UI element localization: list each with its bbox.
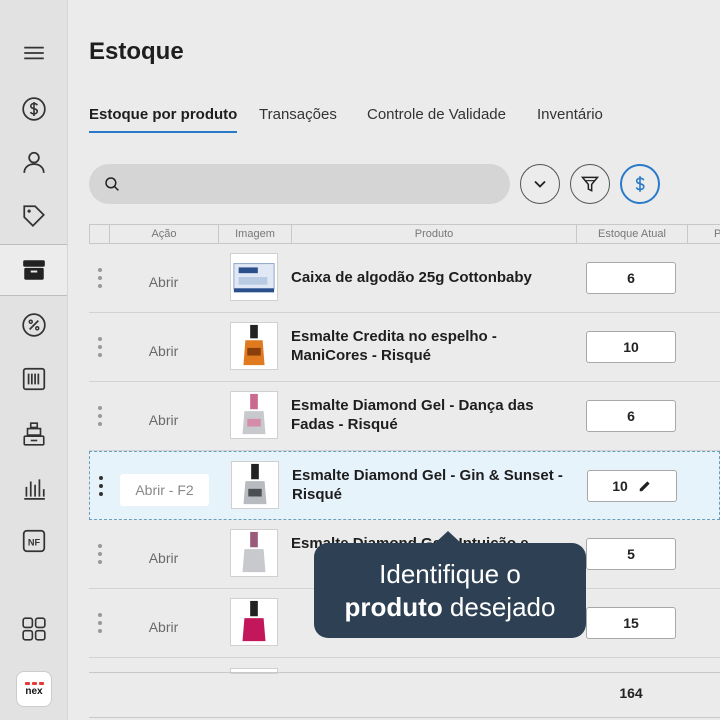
table-row[interactable]: Abrir Esmalte Credita no espelho - ManiC… (89, 313, 720, 382)
filter-icon (580, 176, 600, 192)
row-menu-icon[interactable] (97, 406, 103, 426)
tab-expiry-control[interactable]: Controle de Validade (367, 106, 506, 133)
tooltip-line-2: produto desejado (314, 591, 586, 624)
stock-value: 6 (627, 270, 635, 286)
column-header-stock[interactable]: Estoque Atual (577, 225, 688, 243)
product-image (231, 461, 279, 509)
user-icon (22, 151, 45, 173)
nex-logo[interactable]: nex (16, 671, 52, 707)
product-image (230, 253, 278, 301)
sidebar-item-promotions[interactable] (0, 299, 67, 351)
product-image (230, 598, 278, 646)
table-row[interactable]: Abrir Esmalte Diamond Gel - Dança das Fa… (89, 382, 720, 451)
box-icon (22, 260, 45, 280)
column-header-image[interactable]: Imagem (219, 225, 292, 243)
sidebar-item-reports[interactable] (0, 462, 67, 514)
stock-value: 10 (612, 478, 628, 494)
product-image (230, 322, 278, 370)
edit-pencil-icon[interactable] (638, 473, 652, 503)
open-button[interactable]: Abrir (119, 611, 208, 643)
main-content: Estoque Estoque por produto Transações C… (69, 0, 720, 720)
sidebar: NF nex (0, 0, 68, 720)
tag-icon (22, 205, 45, 227)
stock-quantity[interactable]: 6 (586, 262, 676, 294)
sidebar-item-sales[interactable] (0, 83, 67, 135)
product-name: Caixa de algodão 25g Cottonbaby (291, 269, 532, 286)
sidebar-item-customers[interactable] (0, 136, 67, 188)
logo-text: nex (25, 685, 43, 697)
open-button[interactable]: Abrir (119, 542, 208, 574)
product-name: Esmalte Diamond Gel - Dança das Fadas - … (291, 397, 534, 433)
row-menu-icon[interactable] (97, 544, 103, 564)
filter-button[interactable] (570, 164, 610, 204)
stock-value: 10 (623, 339, 639, 355)
open-button[interactable]: Abrir (119, 335, 208, 367)
row-menu-icon[interactable] (97, 268, 103, 288)
table-row-selected[interactable]: Abrir - F2 Esmalte Diamond Gel - Gin & S… (89, 451, 720, 520)
nf-document-icon: NF (22, 529, 45, 553)
stock-quantity[interactable]: 6 (586, 400, 676, 432)
stock-value: 15 (623, 615, 639, 631)
open-button[interactable]: Abrir (119, 404, 208, 436)
sidebar-item-invoices[interactable]: NF (0, 515, 67, 567)
column-header-product[interactable]: Produto (292, 225, 577, 243)
sidebar-item-products[interactable] (0, 190, 67, 242)
row-menu-icon[interactable] (97, 613, 103, 633)
chevron-down-icon (534, 180, 546, 188)
stock-quantity-editable[interactable]: 10 (587, 470, 677, 502)
row-menu-icon[interactable] (98, 476, 104, 496)
sidebar-item-register[interactable] (0, 408, 67, 460)
stock-value: 6 (627, 408, 635, 424)
register-icon (22, 422, 45, 446)
column-header-price[interactable]: P (688, 225, 720, 243)
expand-button[interactable] (520, 164, 560, 204)
tutorial-tooltip: Identifique o produto desejado (314, 531, 586, 638)
open-button[interactable]: Abrir (119, 266, 208, 298)
sidebar-item-barcode[interactable] (0, 353, 67, 405)
price-button[interactable] (620, 164, 660, 204)
product-image (230, 391, 278, 439)
discount-icon (21, 313, 46, 337)
dollar-circle-icon (21, 97, 46, 121)
tooltip-line-1: Identifique o (379, 559, 521, 589)
open-button[interactable]: Abrir - F2 (120, 474, 209, 506)
tooltip-bold-text: produto (344, 592, 443, 622)
product-name: Esmalte Credita no espelho - ManiCores -… (291, 328, 497, 364)
stock-value: 5 (627, 546, 635, 562)
bar-chart-icon (23, 479, 45, 500)
menu-icon (23, 46, 44, 60)
stock-quantity[interactable]: 15 (586, 607, 676, 639)
tab-stock-by-product[interactable]: Estoque por produto (89, 106, 238, 133)
grid-apps-icon (21, 617, 46, 641)
tab-inventory[interactable]: Inventário (537, 106, 603, 133)
table-row[interactable]: Abrir Caixa de algodão 25g Cottonbaby 6 (89, 244, 720, 313)
page-title: Estoque (89, 38, 184, 65)
stock-quantity[interactable]: 10 (586, 331, 676, 363)
search-input[interactable] (89, 164, 510, 204)
stock-quantity[interactable]: 5 (586, 538, 676, 570)
product-image (230, 529, 278, 577)
row-menu-icon[interactable] (97, 337, 103, 357)
product-name: Esmalte Diamond Gel - Gin & Sunset - Ris… (292, 467, 563, 503)
table-row-partial (89, 658, 720, 674)
stock-total: 164 (619, 685, 643, 701)
tab-transactions[interactable]: Transações (259, 106, 337, 133)
dollar-icon (635, 176, 645, 192)
tooltip-arrow (434, 531, 462, 544)
column-header-action[interactable]: Ação (110, 225, 219, 243)
logo-mark (24, 681, 44, 685)
sidebar-item-stock[interactable] (0, 244, 67, 296)
table-footer: 164 (89, 672, 720, 718)
sidebar-item-apps[interactable] (0, 603, 67, 655)
barcode-icon (22, 367, 45, 391)
menu-button[interactable] (0, 27, 67, 79)
search-icon (105, 177, 119, 191)
tooltip-rest-text: desejado (442, 592, 556, 622)
table-header: Ação Imagem Produto Estoque Atual P (89, 224, 720, 244)
header-spacer (90, 225, 110, 243)
svg-text:NF: NF (27, 537, 40, 547)
